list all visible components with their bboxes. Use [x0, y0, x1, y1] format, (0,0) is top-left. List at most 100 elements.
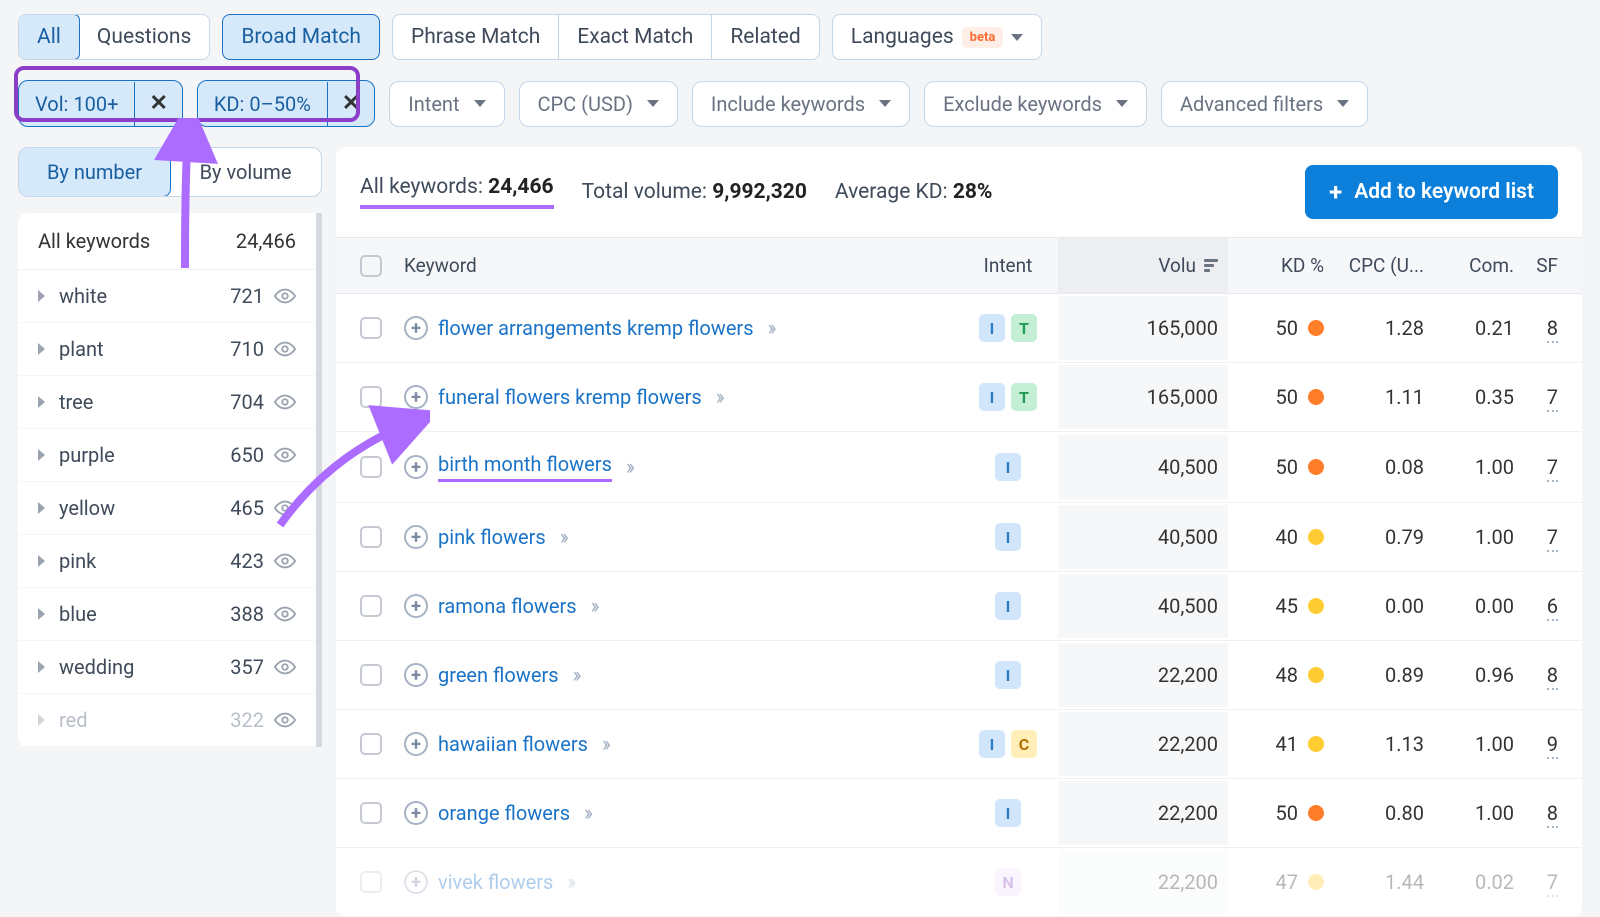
sidebar-item-label: red	[59, 708, 230, 732]
select-all-checkbox[interactable]	[360, 255, 382, 277]
sidebar-tab-by-volume[interactable]: By volume	[170, 148, 321, 196]
sf-cell[interactable]: 7	[1514, 870, 1558, 894]
sf-cell[interactable]: 8	[1514, 801, 1558, 825]
chevrons-right-icon[interactable]: ››	[584, 801, 589, 826]
intent-badge-c: C	[1011, 730, 1037, 758]
keyword-link[interactable]: vivek flowers	[438, 870, 553, 894]
sidebar-item-pink[interactable]: pink423	[18, 535, 316, 588]
sf-cell[interactable]: 8	[1514, 663, 1558, 687]
filter-exclude[interactable]: Exclude keywords	[924, 81, 1147, 127]
sidebar-item-label: yellow	[59, 496, 230, 520]
intent-badge-i: I	[995, 799, 1021, 827]
row-checkbox[interactable]	[360, 664, 382, 686]
expand-icon[interactable]: +	[404, 316, 428, 340]
sf-cell[interactable]: 7	[1514, 455, 1558, 479]
tab-questions[interactable]: Questions	[79, 15, 209, 59]
filter-volume-remove[interactable]: ✕	[135, 81, 181, 126]
expand-icon[interactable]: +	[404, 385, 428, 409]
col-sf[interactable]: SF	[1514, 254, 1558, 277]
eye-icon[interactable]	[274, 550, 296, 572]
sidebar-all-keywords[interactable]: All keywords 24,466	[18, 213, 316, 270]
row-checkbox[interactable]	[360, 456, 382, 478]
sf-cell[interactable]: 9	[1514, 732, 1558, 756]
col-intent[interactable]: Intent	[958, 254, 1058, 277]
eye-icon[interactable]	[274, 285, 296, 307]
expand-icon[interactable]: +	[404, 732, 428, 756]
keyword-link[interactable]: green flowers	[438, 663, 559, 687]
chevron-right-icon	[38, 396, 45, 408]
chevrons-right-icon[interactable]: ››	[560, 525, 565, 550]
col-keyword[interactable]: Keyword	[404, 254, 958, 277]
sidebar-item-plant[interactable]: plant710	[18, 323, 316, 376]
tab-exact-match[interactable]: Exact Match	[559, 15, 712, 59]
filter-advanced[interactable]: Advanced filters	[1161, 81, 1368, 127]
sidebar-item-tree[interactable]: tree704	[18, 376, 316, 429]
sidebar-item-purple[interactable]: purple650	[18, 429, 316, 482]
filter-kd[interactable]: KD: 0–50% ✕	[197, 80, 375, 127]
eye-icon[interactable]	[274, 444, 296, 466]
row-checkbox[interactable]	[360, 317, 382, 339]
chevrons-right-icon[interactable]: ››	[716, 385, 721, 410]
row-checkbox[interactable]	[360, 386, 382, 408]
tab-broad-match[interactable]: Broad Match	[222, 14, 380, 60]
col-cpc[interactable]: CPC (U...	[1324, 254, 1424, 277]
chevrons-right-icon[interactable]: ››	[768, 316, 773, 341]
kd-cell: 41	[1228, 732, 1324, 756]
expand-icon[interactable]: +	[404, 455, 428, 479]
chevrons-right-icon[interactable]: ››	[567, 870, 572, 895]
row-checkbox[interactable]	[360, 871, 382, 893]
expand-icon[interactable]: +	[404, 801, 428, 825]
keyword-link[interactable]: orange flowers	[438, 801, 570, 825]
sf-cell[interactable]: 7	[1514, 525, 1558, 549]
filter-intent[interactable]: Intent	[389, 81, 504, 127]
expand-icon[interactable]: +	[404, 663, 428, 687]
chevrons-right-icon[interactable]: ››	[591, 594, 596, 619]
expand-icon[interactable]: +	[404, 525, 428, 549]
eye-icon[interactable]	[274, 709, 296, 731]
filter-include[interactable]: Include keywords	[692, 81, 910, 127]
sidebar-item-red[interactable]: red322	[18, 694, 316, 747]
tab-all[interactable]: All	[18, 14, 80, 60]
intent-badge-i: I	[979, 730, 1005, 758]
col-volume[interactable]: Volu	[1058, 238, 1228, 293]
sidebar-item-blue[interactable]: blue388	[18, 588, 316, 641]
tab-languages[interactable]: Languages beta	[832, 14, 1043, 60]
sf-cell[interactable]: 8	[1514, 316, 1558, 340]
filter-cpc[interactable]: CPC (USD)	[519, 81, 678, 127]
eye-icon[interactable]	[274, 497, 296, 519]
eye-icon[interactable]	[274, 391, 296, 413]
sidebar-item-yellow[interactable]: yellow465	[18, 482, 316, 535]
row-checkbox[interactable]	[360, 526, 382, 548]
expand-icon[interactable]: +	[404, 594, 428, 618]
keyword-link[interactable]: hawaiian flowers	[438, 732, 588, 756]
sidebar-item-white[interactable]: white721	[18, 270, 316, 323]
keyword-link[interactable]: funeral flowers kremp flowers	[438, 385, 702, 409]
sf-cell[interactable]: 7	[1514, 385, 1558, 409]
keyword-link[interactable]: ramona flowers	[438, 594, 577, 618]
intent-badges: I	[958, 453, 1058, 481]
keyword-link[interactable]: flower arrangements kremp flowers	[438, 316, 754, 340]
filter-volume[interactable]: Vol: 100+ ✕	[18, 80, 183, 127]
row-checkbox[interactable]	[360, 802, 382, 824]
tab-related[interactable]: Related	[712, 15, 818, 59]
add-to-keyword-list-button[interactable]: + Add to keyword list	[1305, 165, 1558, 219]
row-checkbox[interactable]	[360, 595, 382, 617]
chevrons-right-icon[interactable]: ››	[602, 732, 607, 757]
filter-kd-remove[interactable]: ✕	[328, 81, 374, 126]
chevrons-right-icon[interactable]: ››	[573, 663, 578, 688]
chevrons-right-icon[interactable]: ››	[626, 455, 631, 480]
sf-cell[interactable]: 6	[1514, 594, 1558, 618]
sidebar-item-wedding[interactable]: wedding357	[18, 641, 316, 694]
tab-phrase-match[interactable]: Phrase Match	[393, 15, 559, 59]
expand-icon[interactable]: +	[404, 870, 428, 894]
row-checkbox[interactable]	[360, 733, 382, 755]
eye-icon[interactable]	[274, 603, 296, 625]
col-kd[interactable]: KD %	[1228, 254, 1324, 277]
col-com[interactable]: Com.	[1424, 254, 1514, 277]
eye-icon[interactable]	[274, 338, 296, 360]
sidebar-tab-by-number[interactable]: By number	[18, 147, 171, 197]
keyword-link[interactable]: pink flowers	[438, 525, 546, 549]
keyword-link[interactable]: birth month flowers	[438, 452, 612, 482]
eye-icon[interactable]	[274, 656, 296, 678]
chevron-right-icon	[38, 502, 45, 514]
